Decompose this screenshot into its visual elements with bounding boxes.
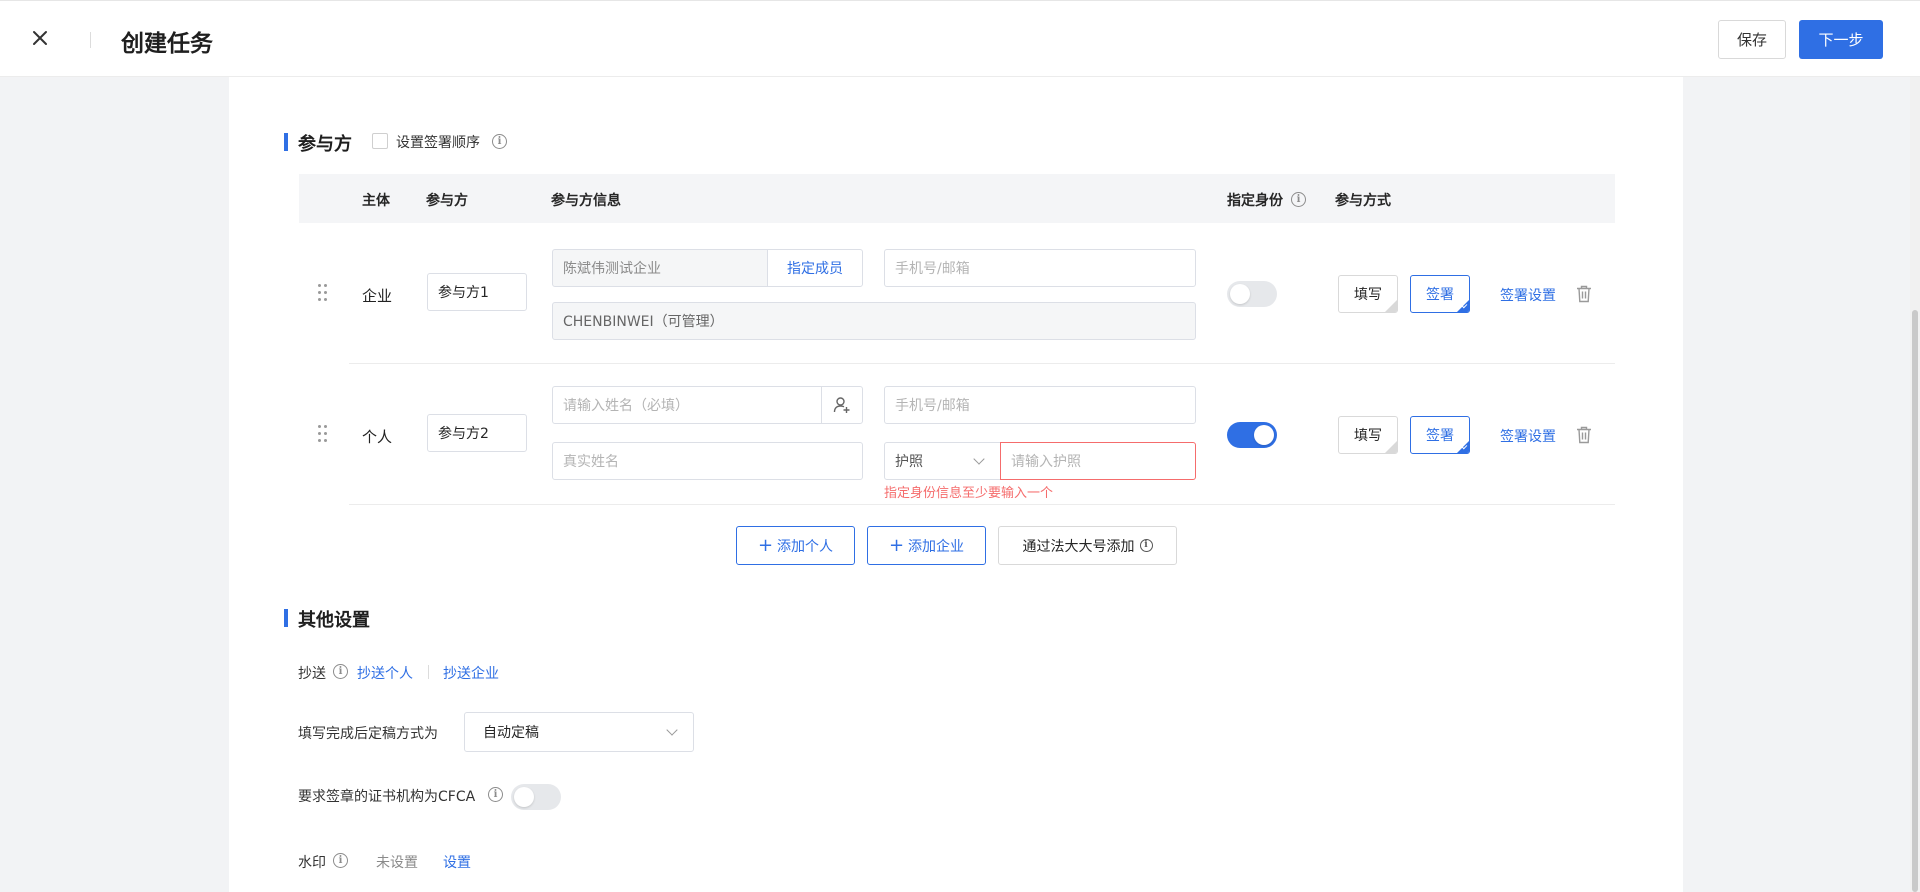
- row1-subject: 企业: [362, 287, 393, 305]
- plus-icon: +: [888, 535, 905, 556]
- add-by-fadada-label: 通过法大大号添加: [1022, 538, 1135, 555]
- row1-participant-name-input[interactable]: 参与方1: [427, 273, 527, 311]
- row2-subject: 个人: [362, 428, 393, 446]
- info-icon: i: [1139, 539, 1153, 552]
- top-header: 创建任务 保存 下一步: [0, 0, 1920, 77]
- scrollbar[interactable]: [1910, 77, 1920, 892]
- cfca-info-icon[interactable]: i: [488, 787, 503, 802]
- close-icon[interactable]: [30, 28, 50, 48]
- fill-label: 填写: [1354, 287, 1382, 303]
- section-marker: [284, 609, 288, 627]
- select-contact-button[interactable]: [821, 386, 863, 424]
- cc-company-link[interactable]: 抄送企业: [443, 663, 499, 683]
- info-icon[interactable]: i: [492, 134, 507, 149]
- row1-delete-icon[interactable]: [1576, 285, 1592, 303]
- row2-passport-input[interactable]: 请输入护照: [1000, 442, 1196, 480]
- drag-handle-icon[interactable]: [318, 425, 328, 445]
- col-mode: 参与方式: [1335, 193, 1391, 209]
- col-participant-info: 参与方信息: [551, 193, 621, 209]
- identity-error-text: 指定身份信息至少要输入一个: [884, 486, 1054, 501]
- link-divider: [428, 665, 429, 679]
- assign-member-button[interactable]: 指定成员: [767, 249, 863, 287]
- fill-label: 填写: [1354, 428, 1382, 444]
- row1-member-field[interactable]: CHENBINWEI（可管理）: [552, 302, 1196, 340]
- designate-identity-info-icon[interactable]: i: [1291, 192, 1306, 207]
- add-company-label: 添加企业: [908, 538, 965, 555]
- watermark-status: 未设置: [376, 855, 418, 871]
- watermark-set-link[interactable]: 设置: [443, 852, 471, 872]
- row1-sign-mode-button[interactable]: 签署: [1410, 275, 1470, 313]
- row1-fill-mode-button[interactable]: 填写: [1338, 275, 1398, 313]
- watermark-label: 水印: [298, 855, 326, 871]
- sign-order-checkbox[interactable]: [372, 133, 388, 149]
- row2-name-input[interactable]: 请输入姓名（必填）: [552, 386, 823, 424]
- plus-icon: +: [757, 535, 774, 556]
- row1-designate-identity-toggle[interactable]: [1227, 281, 1277, 307]
- row-divider: [349, 504, 1615, 505]
- add-user-icon: [833, 397, 850, 413]
- section-marker: [284, 133, 288, 151]
- row2-sign-settings-link[interactable]: 签署设置: [1500, 426, 1556, 446]
- row2-participant-name-input[interactable]: 参与方2: [427, 414, 527, 452]
- row1-contact-input[interactable]: 手机号/邮箱: [884, 249, 1196, 287]
- other-settings-section-title: 其他设置: [298, 610, 370, 631]
- col-participant: 参与方: [426, 193, 468, 209]
- row1-sign-settings-link[interactable]: 签署设置: [1500, 285, 1556, 305]
- cc-person-link[interactable]: 抄送个人: [357, 663, 413, 683]
- watermark-info-icon[interactable]: i: [333, 853, 348, 868]
- add-company-button[interactable]: + 添加企业: [867, 526, 986, 565]
- id-type-select[interactable]: 护照: [884, 442, 1001, 480]
- cc-label: 抄送: [298, 666, 326, 682]
- row2-delete-icon[interactable]: [1576, 426, 1592, 444]
- participants-table-header: 主体 参与方 参与方信息 指定身份 i 参与方式: [299, 174, 1615, 223]
- row-divider: [349, 363, 1615, 364]
- add-person-label: 添加个人: [777, 538, 834, 555]
- participants-section-title: 参与方: [298, 134, 352, 155]
- row2-designate-identity-toggle[interactable]: [1227, 422, 1277, 448]
- col-subject: 主体: [362, 193, 390, 209]
- sign-label: 签署: [1426, 287, 1454, 303]
- row2-contact-input[interactable]: 手机号/邮箱: [884, 386, 1196, 424]
- row2-realname-input[interactable]: 真实姓名: [552, 442, 863, 480]
- finalize-mode-value: 自动定稿: [483, 725, 539, 741]
- chevron-down-icon: [973, 453, 985, 465]
- chevron-down-icon: [666, 724, 678, 736]
- row2-sign-mode-button[interactable]: 签署: [1410, 416, 1470, 454]
- id-type-value: 护照: [895, 454, 923, 470]
- cfca-toggle[interactable]: [511, 784, 561, 810]
- cfca-label: 要求签章的证书机构为CFCA: [298, 789, 476, 805]
- col-designate-identity: 指定身份: [1227, 193, 1283, 209]
- finalize-mode-select[interactable]: 自动定稿: [464, 712, 694, 752]
- add-by-fadada-button[interactable]: 通过法大大号添加 i: [998, 526, 1177, 565]
- cc-info-icon[interactable]: i: [333, 664, 348, 679]
- drag-handle-icon[interactable]: [318, 284, 328, 304]
- page-title: 创建任务: [121, 31, 213, 57]
- scrollbar-thumb[interactable]: [1912, 310, 1918, 892]
- row1-company-input: 陈斌伟测试企业: [552, 249, 769, 287]
- sign-order-label: 设置签署顺序: [396, 135, 480, 151]
- add-person-button[interactable]: + 添加个人: [736, 526, 855, 565]
- next-step-button[interactable]: 下一步: [1799, 20, 1883, 59]
- header-divider: [90, 32, 91, 48]
- row2-fill-mode-button[interactable]: 填写: [1338, 416, 1398, 454]
- finalize-label: 填写完成后定稿方式为: [298, 726, 438, 742]
- save-button[interactable]: 保存: [1718, 20, 1786, 59]
- sign-label: 签署: [1426, 428, 1454, 444]
